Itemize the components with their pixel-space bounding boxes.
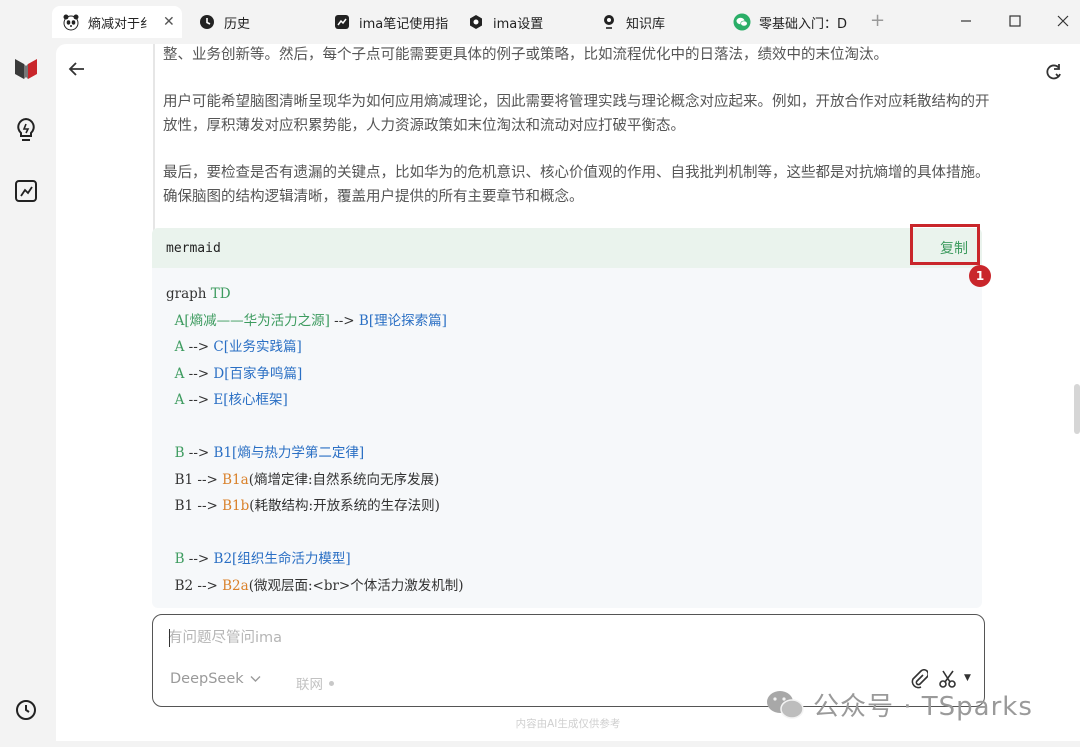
tab-ima-notes-guide[interactable]: ima笔记使用指 — [333, 6, 448, 38]
code-token: (微观层面:<br>个体活力激发机制) — [248, 577, 464, 594]
model-name: DeepSeek — [170, 671, 244, 687]
web-search-label: 联网 — [296, 677, 323, 693]
code-line: A --> E[核心框架] — [166, 387, 968, 414]
watermark-text: 公众号 · TSparks — [813, 692, 1033, 722]
code-token: B1 — [166, 471, 194, 488]
answer-reasoning-text: 整、业务创新等。然后，每个子点可能需要更具体的例子或策略，比如流程优化中的日落法… — [153, 44, 993, 232]
code-token: B — [166, 445, 185, 461]
code-line: B1 --> B1a(熵增定律:自然系统向无序发展) — [166, 467, 968, 494]
settings-hex-icon — [467, 13, 485, 31]
code-block: mermaid 复制 graph TD A[熵减——华为活力之源] --> B[… — [152, 228, 982, 608]
code-token: B1[熵与热力学第二定律] — [213, 445, 365, 461]
web-search-toggle[interactable]: 联网 — [296, 673, 334, 693]
tab-knowledge-base[interactable]: 知识库 — [600, 6, 710, 38]
answer-paragraph: 最后，要检查是否有遗漏的关键点，比如华为的危机意识、核心价值观的作用、自我批判机… — [163, 164, 990, 206]
code-token: --> — [184, 551, 214, 567]
wechat-watermark-icon — [765, 688, 805, 722]
back-arrow-icon[interactable] — [66, 58, 88, 80]
annotation-step-badge: 1 — [969, 265, 991, 287]
note-icon — [333, 13, 351, 31]
code-token: B1b — [222, 498, 250, 514]
history-icon — [198, 13, 216, 31]
tab-active-document[interactable]: 熵减对于纟 ✕ — [52, 6, 182, 38]
tab-history[interactable]: 历史 — [198, 6, 308, 38]
tab-label: 零基础入门：D — [759, 16, 848, 32]
code-token: B2a — [222, 577, 249, 594]
toggle-dot-icon — [329, 680, 334, 686]
code-token: B1a — [222, 471, 249, 488]
code-token: E[核心框架] — [213, 392, 288, 408]
scrollbar-thumb[interactable] — [1074, 384, 1080, 434]
code-line: A[熵减——华为活力之源] --> B[理论探索篇] — [166, 308, 968, 335]
code-token: D[百家争鸣篇] — [213, 365, 303, 382]
code-token: A — [166, 365, 185, 382]
refresh-icon[interactable] — [1044, 62, 1066, 84]
answer-paragraph: 整、业务创新等。然后，每个子点可能需要更具体的例子或策略，比如流程优化中的日落法… — [163, 47, 888, 63]
text-cursor — [169, 629, 170, 647]
tab-label: 知识库 — [626, 16, 666, 32]
code-line: B --> B1[熵与热力学第二定律] — [166, 440, 968, 467]
answer-paragraph: 用户可能希望脑图清晰呈现华为如何应用熵减理论，因此需要将管理实践与理论概念对应起… — [163, 93, 990, 135]
caret-down-icon[interactable]: ▼ — [964, 673, 971, 683]
chevron-down-icon — [250, 673, 261, 686]
chat-input[interactable] — [168, 627, 868, 649]
panda-icon — [62, 13, 80, 31]
code-token: --> — [184, 365, 214, 382]
code-block-header: mermaid 复制 — [152, 228, 982, 268]
left-sidebar — [0, 44, 52, 747]
history-clock-icon[interactable] — [12, 696, 40, 724]
code-language-label: mermaid — [166, 240, 221, 256]
code-token: C[业务实践篇] — [213, 339, 302, 355]
tab-label: ima笔记使用指 — [359, 16, 448, 32]
code-token: B[理论探索篇] — [358, 312, 447, 329]
code-token: A — [166, 392, 185, 408]
new-tab-button[interactable]: + — [870, 10, 885, 31]
code-token: --> — [184, 445, 214, 461]
main-panel: 整、业务创新等。然后，每个子点可能需要更具体的例子或策略，比如流程优化中的日落法… — [56, 44, 1080, 741]
code-token: (熵增定律:自然系统向无序发展) — [248, 471, 440, 488]
code-line: A --> C[业务实践篇] — [166, 334, 968, 361]
model-selector[interactable]: DeepSeek — [170, 671, 261, 687]
code-token: --> — [329, 312, 359, 329]
knowledge-pin-icon — [600, 13, 618, 31]
code-line: B --> B2[组织生命活力模型] — [166, 546, 968, 573]
code-token: --> — [193, 471, 223, 488]
tab-wechat-article[interactable]: 零基础入门：D — [733, 6, 853, 38]
code-token: --> — [184, 339, 214, 355]
code-content: graph TD A[熵减——华为活力之源] --> B[理论探索篇] A --… — [152, 268, 982, 608]
close-icon[interactable] — [1054, 12, 1072, 30]
code-token: graph — [166, 286, 211, 302]
code-token: (耗散结构:开放系统的生存法则) — [249, 498, 440, 514]
tab-bar: 熵减对于纟 ✕ 历史 ima笔记使用指 ima设置 知识库 零基础入门：D + — [0, 0, 1080, 44]
annotation-highlight-box — [910, 224, 980, 265]
edit-note-icon[interactable] — [12, 177, 40, 205]
app-logo[interactable] — [12, 54, 40, 82]
lightbulb-icon[interactable] — [12, 116, 40, 144]
code-token: B2 — [166, 577, 194, 594]
code-line: graph TD — [166, 281, 968, 308]
code-token: --> — [193, 498, 223, 514]
wechat-icon — [733, 13, 751, 31]
tab-label: 熵减对于纟 — [88, 16, 154, 32]
code-token: B — [166, 551, 185, 567]
code-token: B1 — [166, 498, 194, 514]
tab-ima-settings[interactable]: ima设置 — [467, 6, 577, 38]
minimize-icon[interactable] — [957, 12, 975, 30]
code-token: TD — [210, 286, 231, 302]
code-token: --> — [193, 577, 223, 594]
code-token: A — [166, 339, 185, 355]
code-line: A --> D[百家争鸣篇] — [166, 361, 968, 388]
code-token: A[熵减——华为活力之源] — [166, 312, 330, 329]
code-token: --> — [184, 392, 214, 408]
code-line: B1 --> B1b(耗散结构:开放系统的生存法则) — [166, 493, 968, 520]
watermark: 公众号 · TSparks — [765, 686, 1033, 723]
tab-label: 历史 — [224, 16, 251, 32]
tab-close-icon[interactable]: ✕ — [163, 14, 175, 30]
code-token: B2[组织生命活力模型] — [213, 551, 351, 567]
maximize-icon[interactable] — [1006, 12, 1024, 30]
tab-label: ima设置 — [493, 16, 544, 32]
code-line: B2 --> B2a(微观层面:<br>个体活力激发机制) — [166, 573, 968, 600]
